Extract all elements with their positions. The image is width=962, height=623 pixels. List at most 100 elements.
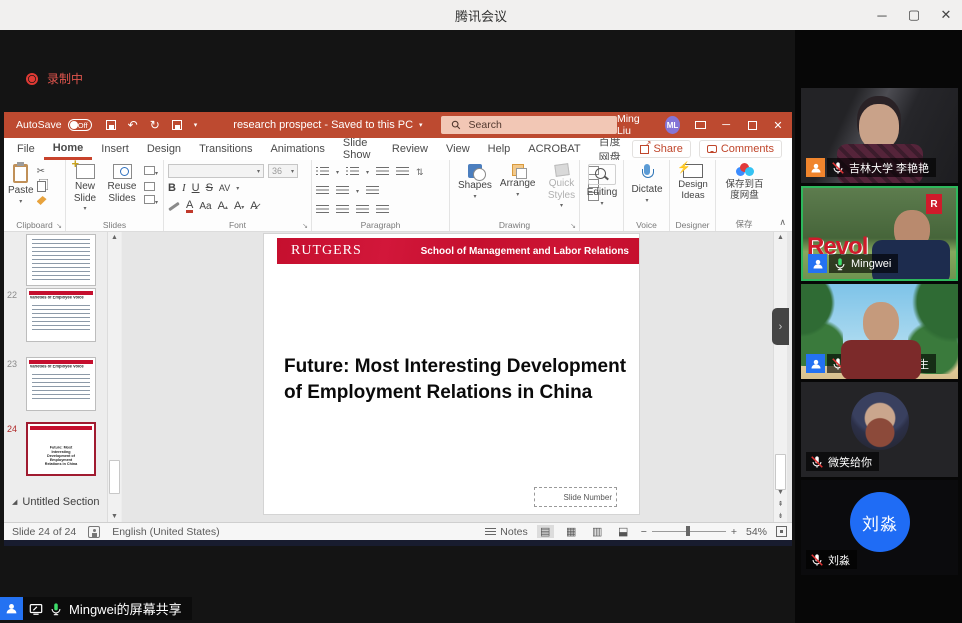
align-center-button[interactable] [336,205,349,215]
qat-customize-icon[interactable]: ▾ [194,121,198,129]
highlight-button[interactable] [168,201,180,210]
bullets-button[interactable] [316,167,329,177]
increase-indent-button[interactable] [396,167,409,177]
change-case-button[interactable]: Aa [199,201,211,212]
previous-slide-icon[interactable]: ⇞ [774,500,787,508]
participant-tile-weixiaogeini[interactable]: 微笑给你 [801,382,958,477]
slide-number-placeholder[interactable]: Slide Number [534,487,617,507]
tab-transitions[interactable]: Transitions [190,138,261,160]
new-slide-button[interactable]: New Slide▾ [70,164,100,217]
underline-button[interactable]: U [192,182,200,194]
next-slide-icon[interactable]: ⇟ [774,512,787,520]
clear-formatting-button[interactable]: A̷ [250,200,257,212]
arrange-button[interactable]: Arrange▾ [500,164,536,217]
bold-button[interactable]: B [168,182,176,194]
text-direction-button[interactable]: ⇅ [416,167,424,178]
reading-view-button[interactable]: ▥ [589,525,606,538]
present-icon[interactable] [172,120,182,130]
section-icon[interactable] [144,195,155,204]
scroll-up-icon[interactable]: ▲ [108,234,121,241]
quick-styles-button[interactable]: Quick Styles▾ [544,164,580,217]
tab-baidu[interactable]: 百度网盘 [590,138,633,160]
line-spacing-button[interactable] [336,186,349,196]
shapes-button[interactable]: Shapes▾ [458,164,492,217]
scroll-down-icon[interactable]: ▼ [108,513,121,520]
ppt-minimize-button[interactable]: ─ [720,119,732,131]
participant-tile-dongcaisheng[interactable]: 吉林大学 董才生 [801,284,958,379]
thumbnail-slide-23[interactable]: Varieties of Employee Voice [26,357,96,411]
thumbnail-slide-21-partial[interactable] [26,234,96,286]
reuse-slides-button[interactable]: Reuse Slides [106,164,138,217]
participant-tile-liyanyan[interactable]: 吉林大学 李艳艳 [801,88,958,183]
align-text-button[interactable] [316,186,329,196]
align-left-button[interactable] [316,205,329,215]
font-dialog-launcher[interactable]: ↘ [302,222,308,230]
zoom-slider[interactable] [652,531,726,532]
accessibility-icon[interactable] [88,526,100,538]
thumbnail-slide-22[interactable]: Varieties of Employee Voice [26,288,96,342]
tab-help[interactable]: Help [479,138,520,160]
thumbnail-scrollbar[interactable]: ▲ ▼ [107,232,121,522]
scroll-up-icon[interactable]: ▲ [774,234,787,241]
fit-slide-to-window-icon[interactable] [776,526,787,537]
close-button[interactable]: ✕ [930,0,962,30]
tab-slide-show[interactable]: Slide Show [334,138,383,160]
numbering-button[interactable] [346,167,359,177]
collapse-ribbon-icon[interactable]: ∧ [779,217,786,228]
design-ideas-button[interactable]: Design Ideas [674,164,712,217]
thumbnail-slide-24-selected[interactable]: Future: Most Interesting Development of … [26,422,96,476]
strikethrough-button[interactable]: S [206,182,213,194]
justify-button[interactable] [376,205,389,215]
cut-icon[interactable]: ✂ [37,166,47,177]
scroll-down-icon[interactable]: ▼ [774,489,787,496]
autosave-toggle[interactable]: Off [68,119,92,131]
tab-animations[interactable]: Animations [261,138,333,160]
tab-view[interactable]: View [437,138,479,160]
save-icon[interactable] [106,120,116,130]
reset-icon[interactable] [144,182,155,191]
layout-icon[interactable] [144,166,155,175]
slideshow-view-button[interactable]: ⬓ [615,525,632,538]
editing-button[interactable]: Editing▾ [587,164,618,217]
canvas-scrollbar[interactable]: ▲ ▼ ⇞ ⇟ [773,232,787,522]
undo-icon[interactable]: ↶ [128,118,138,132]
paste-button[interactable]: Paste▾ [8,164,34,217]
zoom-control[interactable]: − + [641,526,737,538]
video-panel-collapse-handle[interactable]: › [772,308,789,345]
decrease-indent-button[interactable] [376,167,389,177]
zoom-out-icon[interactable]: − [641,526,647,538]
search-input[interactable]: Search [441,116,617,134]
dictate-button[interactable]: Dictate▾ [631,164,662,217]
format-painter-icon[interactable] [37,196,47,205]
participant-tile-mingwei[interactable]: R Revol Mingwei [801,186,958,281]
tab-design[interactable]: Design [138,138,190,160]
normal-view-button[interactable]: ▤ [537,525,554,538]
shrink-font-button[interactable]: A▾ [234,200,244,212]
font-name-combobox[interactable]: ▾ [168,164,264,178]
language-status[interactable]: English (United States) [112,526,219,538]
ppt-restore-button[interactable] [746,121,758,130]
tab-file[interactable]: File [8,138,44,160]
participant-tile-liumiao[interactable]: 刘淼 刘淼 [801,480,958,575]
clipboard-dialog-launcher[interactable]: ↘ [56,222,62,230]
ribbon-display-options-icon[interactable] [694,121,706,129]
tab-review[interactable]: Review [383,138,437,160]
tab-acrobat[interactable]: ACROBAT [519,138,589,160]
grow-font-button[interactable]: A▴ [218,200,228,212]
character-spacing-button[interactable]: AV [219,183,230,193]
drawing-dialog-launcher[interactable]: ↘ [570,222,576,230]
tab-insert[interactable]: Insert [92,138,138,160]
maximize-button[interactable]: ▢ [898,0,930,30]
notes-button[interactable]: Notes [485,526,527,538]
share-button[interactable]: Share [632,140,690,158]
title-dropdown-icon[interactable]: ▾ [419,121,423,129]
font-color-button[interactable]: A [186,200,193,213]
user-avatar[interactable]: ML [665,116,680,134]
comments-button[interactable]: Comments [699,140,782,158]
redo-icon[interactable]: ↻ [150,118,160,132]
ppt-close-button[interactable]: ✕ [772,119,784,132]
zoom-in-icon[interactable]: + [731,526,737,538]
copy-icon[interactable] [37,181,46,192]
italic-button[interactable]: I [182,182,186,194]
columns-button[interactable] [366,186,379,196]
